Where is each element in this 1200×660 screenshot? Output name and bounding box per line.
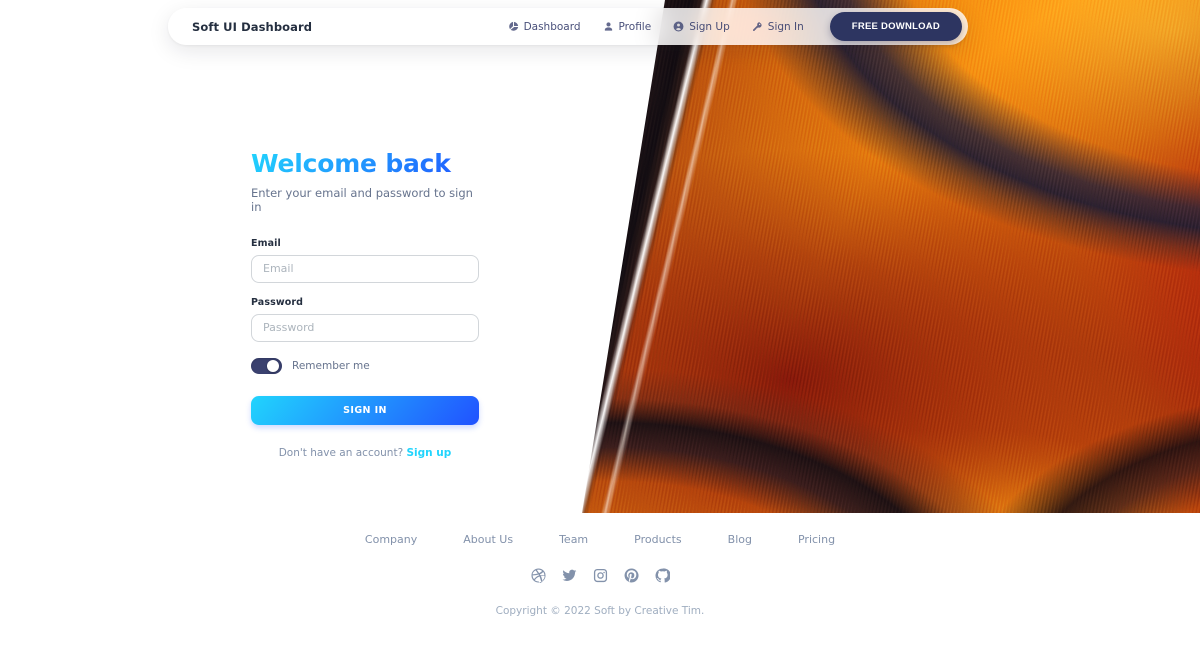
nav-link-label: Dashboard [523,20,581,33]
pinterest-icon[interactable] [624,568,639,583]
email-label: Email [251,237,281,249]
chart-pie-icon [508,21,519,32]
person-icon [603,21,614,32]
nav-link-label: Sign In [767,20,804,33]
free-download-button[interactable]: FREE DOWNLOAD [829,12,962,41]
email-input[interactable] [251,254,479,283]
email-field-group: Email [251,238,479,283]
hero-image-clip [582,0,1200,513]
nav-link-label: Sign Up [689,20,730,33]
signup-prompt-row: Don't have an account? Sign up [251,447,479,459]
page-title: Welcome back [251,149,479,179]
github-icon[interactable] [654,568,670,583]
remember-me-row: Remember me [251,357,479,374]
footer-link-pricing[interactable]: Pricing [798,533,835,546]
key-icon [752,21,763,32]
footer-link-products[interactable]: Products [634,533,682,546]
remember-me-toggle[interactable] [251,357,282,374]
brand-title[interactable]: Soft UI Dashboard [192,20,312,34]
footer-links: Company About Us Team Products Blog Pric… [0,533,1200,546]
navbar: Soft UI Dashboard Dashboard Profile Sign… [168,8,968,45]
nav-link-dashboard[interactable]: Dashboard [508,21,581,33]
navbar-links: Dashboard Profile Sign Up Sign In [508,21,804,33]
footer-link-about-us[interactable]: About Us [463,533,513,546]
twitter-icon[interactable] [561,568,577,583]
remember-me-label[interactable]: Remember me [292,360,370,372]
signup-prompt-text: Don't have an account? [278,446,404,459]
copyright-text: Copyright © 2022 Soft by Creative Tim. [495,605,705,617]
signin-form: Welcome back Enter your email and passwo… [251,149,479,459]
nav-link-signin[interactable]: Sign In [752,21,804,33]
nav-link-label: Profile [618,20,652,33]
nav-link-profile[interactable]: Profile [603,20,652,33]
password-input[interactable] [251,313,479,342]
password-field-group: Password [251,297,479,342]
page-subtitle: Enter your email and password to sign in [251,185,473,214]
hero-image [582,0,1200,513]
nav-link-signup[interactable]: Sign Up [673,21,730,33]
footer-link-blog[interactable]: Blog [728,533,752,546]
toggle-knob [267,359,279,372]
dribbble-icon[interactable] [530,568,546,583]
social-links [0,568,1200,583]
footer-link-company[interactable]: Company [365,533,417,546]
footer-link-team[interactable]: Team [559,533,588,546]
footer: Company About Us Team Products Blog Pric… [0,533,1200,617]
signup-link[interactable]: Sign up [406,447,451,459]
hero-texture-layer-2 [582,0,1200,513]
user-circle-icon [673,21,684,32]
sign-in-button[interactable]: SIGN IN [251,395,479,425]
password-label: Password [251,296,304,308]
hero-image-panel [560,0,1200,513]
instagram-icon[interactable] [593,568,608,583]
